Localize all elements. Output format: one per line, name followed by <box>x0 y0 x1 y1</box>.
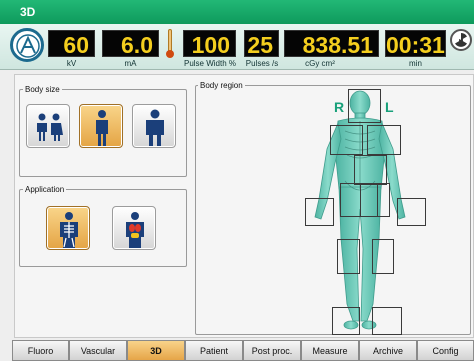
exposure-readout-bar: 60 kV 6.0 mA 100 Pulse Width % 25 Pulses… <box>0 24 474 70</box>
kv-unit: kV <box>66 59 77 68</box>
kv-value: 60 <box>48 30 95 58</box>
dose-unit: cGy cm² <box>305 59 335 68</box>
tab-vascular[interactable]: Vascular <box>69 340 127 361</box>
application-group: Application <box>19 185 187 267</box>
region-right-shoulder[interactable] <box>330 125 363 155</box>
tab-archive[interactable]: Archive <box>359 340 417 361</box>
ma-value: 6.0 <box>102 30 159 58</box>
body-size-group: Body size <box>19 85 187 177</box>
region-left-foot[interactable] <box>372 307 402 335</box>
tab-config[interactable]: Config <box>417 340 474 361</box>
app-window: 3D 60 kV 6.0 mA 100 Pulse Width % 25 Pul… <box>0 0 474 361</box>
region-right-foot[interactable] <box>332 307 360 335</box>
brand-logo-icon <box>10 28 44 62</box>
region-head[interactable] <box>348 89 381 123</box>
tab-fluoro[interactable]: Fluoro <box>12 340 69 361</box>
children-icon <box>37 113 63 141</box>
region-abdomen-left[interactable] <box>360 183 390 217</box>
bottom-tab-bar: Fluoro Vascular 3D Patient Post proc. Me… <box>12 340 474 361</box>
tab-post-proc[interactable]: Post proc. <box>243 340 301 361</box>
thermometer-icon <box>166 29 174 59</box>
application-legend: Application <box>25 185 65 194</box>
tab-measure[interactable]: Measure <box>301 340 359 361</box>
application-organs-button[interactable] <box>112 206 156 250</box>
main-panel: Body size Application Body region R L <box>14 74 474 338</box>
dose-value: 838.51 <box>284 30 379 58</box>
time-value: 00:31 <box>385 30 446 58</box>
skeleton-icon <box>60 212 78 248</box>
body-size-children-button[interactable] <box>26 104 70 148</box>
body-size-large-adult-button[interactable] <box>132 104 176 148</box>
pulse-width-unit: Pulse Width % <box>183 59 237 68</box>
window-title: 3D <box>0 0 474 24</box>
radiation-icon <box>450 29 472 51</box>
region-left-knee[interactable] <box>372 239 394 274</box>
body-region-legend: Body region <box>200 81 243 90</box>
tab-3d[interactable]: 3D <box>127 340 185 361</box>
large-person-icon <box>146 109 164 146</box>
application-skeletal-button[interactable] <box>46 206 90 250</box>
organs-icon <box>126 212 144 248</box>
tab-patient[interactable]: Patient <box>185 340 243 361</box>
ma-unit: mA <box>124 59 137 68</box>
person-icon <box>96 110 108 146</box>
region-chest[interactable] <box>354 155 387 185</box>
region-right-hand[interactable] <box>305 198 334 226</box>
pulses-unit: Pulses /s <box>245 59 279 68</box>
time-unit: min <box>409 59 422 68</box>
region-left-hand[interactable] <box>397 198 426 226</box>
region-right-knee[interactable] <box>337 239 360 274</box>
pulses-value: 25 <box>244 30 279 58</box>
body-size-legend: Body size <box>25 85 60 94</box>
body-size-adult-button[interactable] <box>79 104 123 148</box>
region-left-shoulder[interactable] <box>367 125 401 155</box>
pulse-width-value: 100 <box>183 30 236 58</box>
